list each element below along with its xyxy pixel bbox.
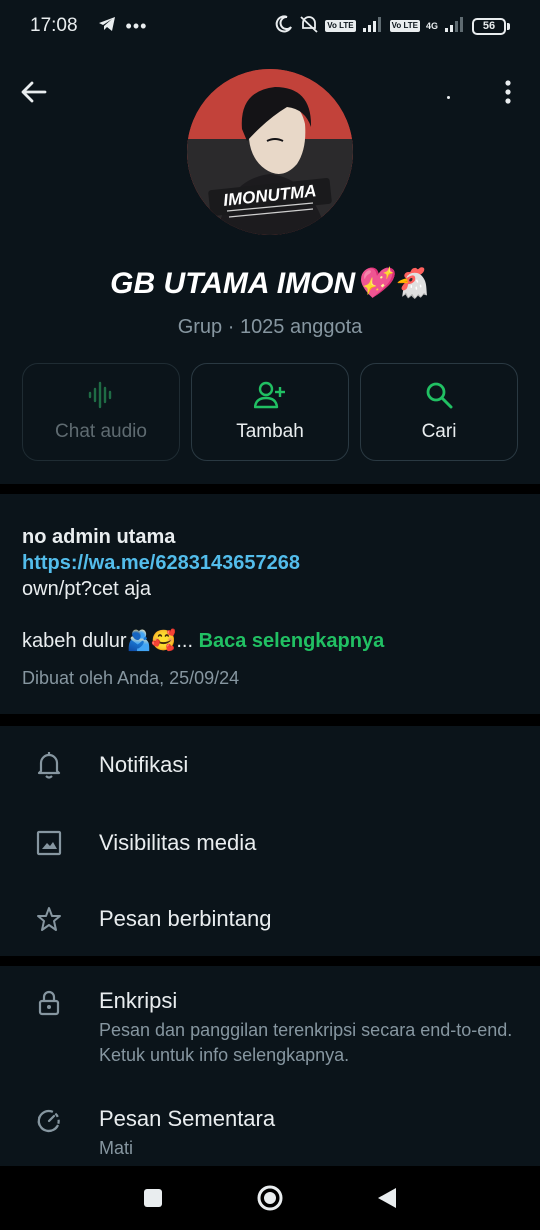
volte-badge-1: Vo LTE	[325, 20, 356, 32]
media-visibility-label: Visibilitas media	[99, 830, 257, 855]
system-navigation-bar	[0, 1166, 540, 1230]
more-options-button[interactable]	[490, 74, 526, 110]
description-line-1: no admin utama	[22, 526, 176, 548]
home-button[interactable]	[256, 1184, 284, 1212]
bell-icon	[34, 750, 64, 780]
group-name[interactable]: GB UTAMA IMON💖🐔	[0, 266, 540, 301]
chat-audio-button[interactable]: Chat audio	[22, 363, 180, 461]
group-description[interactable]: no admin utama https://wa.me/62831436572…	[0, 494, 540, 714]
add-person-icon	[254, 381, 285, 409]
group-avatar[interactable]: IMONUTMA	[187, 69, 353, 235]
square-icon	[144, 1189, 162, 1207]
created-by-text: Dibuat oleh Anda, 25/09/24	[22, 668, 240, 688]
read-more-link[interactable]: Baca selengkapnya	[199, 630, 385, 652]
description-line-4: kabeh dulur🫂🥰...	[22, 630, 193, 652]
lock-icon	[34, 988, 64, 1018]
kebab-menu-icon	[505, 80, 511, 104]
audio-wave-icon	[88, 381, 112, 409]
volte-badge-2: Vo LTE	[389, 20, 420, 32]
notifications-label: Notifikasi	[99, 752, 189, 777]
circle-icon	[257, 1185, 283, 1211]
group-member-count: Grup · 1025 anggota	[177, 316, 363, 338]
telegram-icon	[98, 16, 116, 37]
encryption-description: Pesan dan panggilan terenkripsi secara e…	[99, 1020, 513, 1065]
chat-audio-label: Chat audio	[55, 421, 147, 442]
status-time: 17:08	[30, 15, 78, 36]
back-nav-button[interactable]	[373, 1184, 401, 1212]
network-type: 4G	[425, 21, 438, 31]
notifications-row[interactable]: Notifikasi	[0, 726, 540, 804]
group-header: IMONUTMA GB UTAMA IMON💖🐔 Grup · 1025 ang…	[0, 52, 540, 484]
more-notifications-icon: •••	[125, 15, 148, 36]
starred-messages-label: Pesan berbintang	[99, 906, 272, 931]
arrow-back-icon	[21, 81, 47, 103]
mute-bell-icon	[299, 15, 319, 38]
battery-level: 56	[472, 17, 506, 35]
search-icon	[426, 382, 453, 409]
recents-button[interactable]	[139, 1184, 167, 1212]
disappearing-messages-label: Pesan Sementara	[99, 1106, 276, 1131]
encryption-label: Enkripsi	[99, 988, 178, 1013]
settings-section: Notifikasi Visibilitas media Pesan berbi…	[0, 726, 540, 956]
signal-icon-1	[362, 16, 384, 37]
search-button[interactable]: Cari	[360, 363, 518, 461]
signal-icon-2	[444, 16, 466, 37]
disappearing-messages-row[interactable]: Pesan Sementara Mati	[0, 1096, 540, 1166]
search-label: Cari	[421, 421, 457, 442]
small-dot	[447, 96, 450, 99]
back-button[interactable]	[16, 74, 52, 110]
status-bar: 17:08 ••• Vo LTE Vo LTE 4G 56	[0, 0, 540, 52]
triangle-back-icon	[378, 1188, 396, 1208]
battery-icon: 56	[472, 17, 510, 35]
description-link[interactable]: https://wa.me/6283143657268	[22, 550, 518, 576]
security-section: Enkripsi Pesan dan panggilan terenkripsi…	[0, 966, 540, 1166]
starred-messages-row[interactable]: Pesan berbintang	[0, 882, 540, 960]
action-buttons: Chat audio Tambah Cari	[22, 363, 518, 461]
add-member-label: Tambah	[236, 421, 304, 442]
encryption-row[interactable]: Enkripsi Pesan dan panggilan terenkripsi…	[0, 966, 540, 1076]
moon-icon	[275, 14, 293, 38]
description-line-3: own/pt?cet aja	[22, 578, 151, 600]
disappearing-messages-status: Mati	[99, 1138, 134, 1158]
media-visibility-row[interactable]: Visibilitas media	[0, 804, 540, 882]
timer-icon	[34, 1106, 64, 1136]
image-icon	[34, 828, 64, 858]
add-member-button[interactable]: Tambah	[191, 363, 349, 461]
star-icon	[34, 904, 64, 934]
